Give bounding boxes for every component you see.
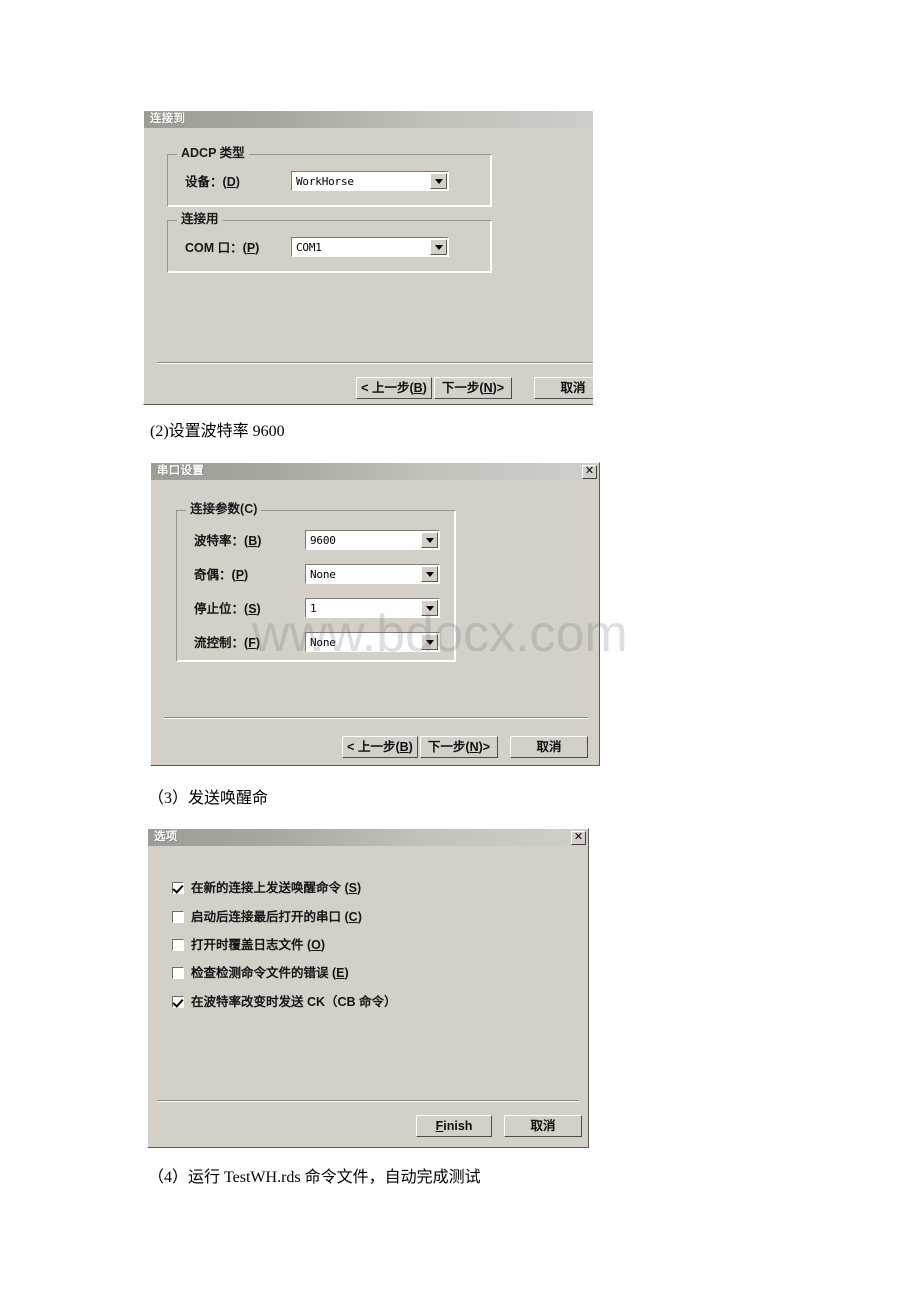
close-icon[interactable]: ✕	[582, 464, 597, 479]
checkbox-overwrite-log-on-open[interactable]	[172, 939, 184, 952]
device-label: 设备：(D)	[185, 175, 240, 189]
dialog-connect-titlebar[interactable]: 连接到	[144, 111, 593, 128]
dialog-serial-title: 串口设置	[157, 464, 205, 477]
chevron-down-icon	[434, 178, 443, 184]
dialog-options-titlebar[interactable]: 选项 ✕	[148, 829, 588, 846]
finish-button[interactable]: Finish	[416, 1115, 492, 1137]
caption-step-3: （3）发送唤醒命	[148, 790, 269, 807]
device-combobox[interactable]: WorkHorse	[291, 171, 449, 191]
com-port-label: COM 口：(P)	[185, 241, 260, 255]
cancel-button[interactable]: 取消	[534, 377, 593, 399]
com-port-combobox-arrow[interactable]	[430, 239, 447, 255]
checkbox-label: 启动后连接最后打开的串口 (C)	[191, 910, 362, 924]
parity-combobox[interactable]: None	[305, 564, 440, 584]
parity-combobox-arrow[interactable]	[421, 566, 438, 582]
flow-control-combobox-arrow[interactable]	[421, 634, 438, 650]
next-button-mnemonic: N	[483, 380, 493, 395]
back-button[interactable]: < 上一步(B)	[342, 736, 418, 758]
dialog-options-separator	[157, 1100, 579, 1102]
checkbox-row-connect-last-port-on-start[interactable]: 启动后连接最后打开的串口 (C)	[172, 911, 362, 924]
stop-bits-label: 停止位：(S)	[194, 602, 261, 616]
chevron-down-icon	[425, 571, 434, 577]
back-button-label: < 上一步	[361, 380, 410, 395]
chevron-down-icon	[434, 244, 443, 250]
baud-rate-combobox-arrow[interactable]	[421, 532, 438, 548]
group-connect-using-legend: 连接用	[177, 213, 223, 226]
caption-step-4: （4）运行 TestWH.rds 命令文件，自动完成测试	[148, 1169, 481, 1186]
device-combobox-arrow[interactable]	[430, 173, 447, 189]
next-button-label: 下一步	[441, 380, 480, 395]
cancel-button-label: 取消	[536, 739, 562, 754]
dialog-connect-title: 连接到	[150, 112, 186, 125]
flow-control-combobox-value: None	[310, 635, 336, 649]
dialog-serial-settings: 串口设置 ✕ 连接参数(C) 波特率：(B) 9600 奇偶：(P) None …	[150, 462, 600, 766]
parity-label: 奇偶：(P)	[194, 568, 249, 582]
chevron-down-icon	[425, 537, 434, 543]
next-button-mnemonic: N	[469, 739, 479, 754]
flow-control-combobox[interactable]: None	[305, 632, 440, 652]
dialog-options-title: 选项	[154, 830, 178, 843]
checkbox-label: 检查检测命令文件的错误 (E)	[191, 966, 349, 980]
dialog-connect-clip: 连接到 ADCP 类型 设备：(D) WorkHorse 连接用 COM 口：(…	[143, 110, 593, 405]
stop-bits-combobox[interactable]: 1	[305, 598, 440, 618]
group-adcp-type-legend: ADCP 类型	[177, 147, 249, 160]
stop-bits-combobox-value: 1	[310, 601, 317, 615]
baud-rate-label: 波特率：(B)	[194, 534, 262, 548]
back-button-label: < 上一步	[347, 739, 396, 754]
next-button[interactable]: 下一步(N) >	[420, 736, 498, 758]
flow-control-label: 流控制：(F)	[194, 636, 260, 650]
group-connection-params-legend: 连接参数(C)	[186, 503, 262, 516]
chevron-down-icon	[425, 605, 434, 611]
close-icon[interactable]: ✕	[571, 830, 586, 845]
cancel-button[interactable]: 取消	[504, 1115, 582, 1137]
checkbox-row-wakeup-on-new-connection[interactable]: 在新的连接上发送唤醒命令 (S)	[172, 882, 361, 895]
dialog-options: 选项 ✕ 在新的连接上发送唤醒命令 (S) 启动后连接最后打开的串口 (C) 打…	[147, 828, 589, 1148]
chevron-down-icon	[425, 639, 434, 645]
dialog-connect-separator	[157, 362, 593, 364]
back-button-mnemonic: B	[399, 739, 409, 754]
checkbox-send-ck-on-baud-change[interactable]	[172, 996, 184, 1009]
checkbox-wakeup-on-new-connection[interactable]	[172, 882, 184, 895]
dialog-serial-separator	[164, 717, 588, 719]
checkbox-row-send-ck-on-baud-change[interactable]: 在波特率改变时发送 CK（CB 命令）	[172, 996, 397, 1009]
checkbox-row-overwrite-log-on-open[interactable]: 打开时覆盖日志文件 (O)	[172, 939, 325, 952]
com-port-combobox[interactable]: COM1	[291, 237, 449, 257]
baud-rate-combobox[interactable]: 9600	[305, 530, 440, 550]
baud-rate-combobox-value: 9600	[310, 533, 336, 547]
dialog-connect-to: 连接到 ADCP 类型 设备：(D) WorkHorse 连接用 COM 口：(…	[143, 110, 593, 405]
back-button[interactable]: < 上一步(B)	[356, 377, 432, 399]
caption-step-2: (2)设置波特率 9600	[150, 423, 285, 440]
back-button-mnemonic: B	[413, 380, 423, 395]
checkbox-row-check-script-errors[interactable]: 检查检测命令文件的错误 (E)	[172, 967, 349, 980]
next-button-label: 下一步	[427, 739, 466, 754]
cancel-button[interactable]: 取消	[510, 736, 588, 758]
finish-button-mnemonic: F	[435, 1118, 444, 1133]
dialog-serial-titlebar[interactable]: 串口设置 ✕	[151, 463, 599, 480]
device-combobox-value: WorkHorse	[296, 174, 354, 188]
cancel-button-label: 取消	[560, 380, 586, 395]
checkbox-label: 打开时覆盖日志文件 (O)	[191, 938, 326, 952]
com-port-combobox-value: COM1	[296, 240, 322, 254]
checkbox-label: 在波特率改变时发送 CK（CB 命令）	[191, 995, 397, 1009]
checkbox-check-script-errors[interactable]	[172, 967, 184, 980]
next-button[interactable]: 下一步(N) >	[434, 377, 512, 399]
cancel-button-label: 取消	[530, 1118, 556, 1133]
parity-combobox-value: None	[310, 567, 336, 581]
stop-bits-combobox-arrow[interactable]	[421, 600, 438, 616]
checkbox-label: 在新的连接上发送唤醒命令 (S)	[191, 881, 362, 895]
finish-button-label: inish	[443, 1118, 473, 1133]
checkbox-connect-last-port-on-start[interactable]	[172, 911, 184, 924]
